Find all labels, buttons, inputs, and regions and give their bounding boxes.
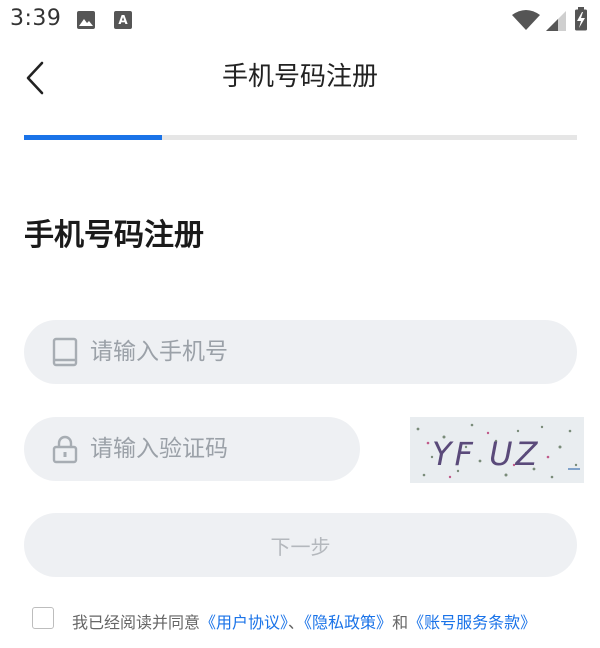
wifi-icon — [512, 10, 540, 30]
verification-code-input[interactable] — [90, 417, 340, 481]
lock-icon — [52, 435, 78, 464]
svg-text:A: A — [118, 13, 128, 27]
captcha-graphic: YF UZ — [416, 423, 580, 479]
step-progress-bar — [24, 135, 577, 140]
tablet-icon — [52, 337, 78, 367]
agreement-text: 我已经阅读并同意《用户协议》、《隐私政策》和《账号服务条款》 — [72, 609, 536, 633]
header-title: 手机号码注册 — [221, 62, 378, 92]
page-title: 手机号码注册 — [24, 218, 204, 253]
agreement-and: 和 — [392, 613, 409, 632]
phone-field[interactable] — [24, 320, 577, 384]
cell-signal-icon — [546, 11, 566, 31]
next-step-button[interactable]: 下一步 — [24, 513, 577, 577]
register-screen: 3:39 A 手机号码注册 手机号码注册 请输入手机号 请输入验证码 YF UZ… — [0, 0, 600, 648]
captcha-text: YF UZ — [432, 435, 540, 473]
verification-code-field[interactable] — [24, 417, 360, 481]
status-bar: 3:39 A — [0, 0, 600, 40]
phone-input[interactable] — [90, 320, 557, 384]
battery-charging-icon — [575, 7, 587, 31]
user-agreement-link[interactable]: 《用户协议》 — [200, 613, 288, 632]
privacy-policy-link[interactable]: 《隐私政策》 — [304, 613, 392, 632]
agreement-separator: 、 — [288, 613, 305, 632]
agreement-prefix: 我已经阅读并同意 — [72, 613, 201, 632]
captcha-image[interactable]: YF UZ — [410, 417, 584, 483]
agreement-row: 我已经阅读并同意《用户协议》、《隐私政策》和《账号服务条款》 — [32, 606, 592, 634]
a-badge-icon: A — [114, 11, 132, 29]
status-time: 3:39 — [10, 6, 62, 31]
gallery-icon — [77, 11, 95, 29]
agreement-checkbox[interactable] — [32, 607, 54, 629]
step-progress-fill — [24, 135, 163, 140]
account-terms-link[interactable]: 《账号服务条款》 — [408, 613, 536, 632]
